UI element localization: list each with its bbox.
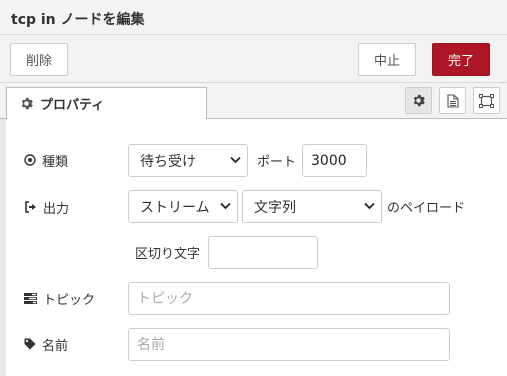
- done-button[interactable]: 完了: [432, 43, 490, 76]
- port-input[interactable]: [302, 144, 367, 177]
- port-label: ポート: [257, 155, 297, 170]
- description-tool-button[interactable]: [439, 87, 466, 114]
- type-label: 種類: [24, 150, 68, 170]
- dialog-action-bar: 削除 中止 完了: [0, 35, 507, 83]
- delimiter-input[interactable]: [208, 236, 318, 269]
- tab-bar: プロパティ: [0, 83, 507, 120]
- topic-label: トピック: [24, 288, 95, 308]
- dialog-title-bar: tcp in ノードを編集: [0, 0, 507, 35]
- chevron-down-icon: [220, 202, 231, 210]
- target-icon: [24, 154, 36, 166]
- chevron-down-icon: [230, 156, 241, 164]
- type-select[interactable]: 待ち受け: [128, 144, 248, 177]
- frame-icon: [479, 93, 494, 108]
- output-format-select[interactable]: 文字列: [242, 190, 382, 223]
- delete-button[interactable]: 削除: [10, 43, 68, 76]
- output-mode-select[interactable]: ストリーム: [128, 190, 238, 223]
- panel-left-edge: [0, 119, 6, 376]
- topic-input[interactable]: [128, 282, 450, 315]
- output-label: 出力: [24, 197, 69, 217]
- dialog-title: tcp in ノードを編集: [11, 12, 145, 28]
- chevron-down-icon: [364, 202, 375, 210]
- name-label: 名前: [24, 334, 68, 354]
- appearance-tool-button[interactable]: [473, 87, 500, 114]
- tasks-icon: [24, 292, 37, 304]
- payload-suffix: のペイロード: [387, 201, 466, 216]
- gear-icon: [20, 97, 33, 110]
- tab-properties[interactable]: プロパティ: [6, 87, 207, 120]
- sign-out-icon: [24, 201, 37, 213]
- properties-tool-button[interactable]: [405, 87, 432, 114]
- tag-icon: [24, 338, 36, 350]
- document-icon: [446, 93, 459, 108]
- gear-icon: [412, 94, 425, 107]
- name-input[interactable]: [128, 328, 450, 361]
- cancel-button[interactable]: 中止: [358, 43, 416, 76]
- delimiter-label: 区切り文字: [135, 247, 201, 262]
